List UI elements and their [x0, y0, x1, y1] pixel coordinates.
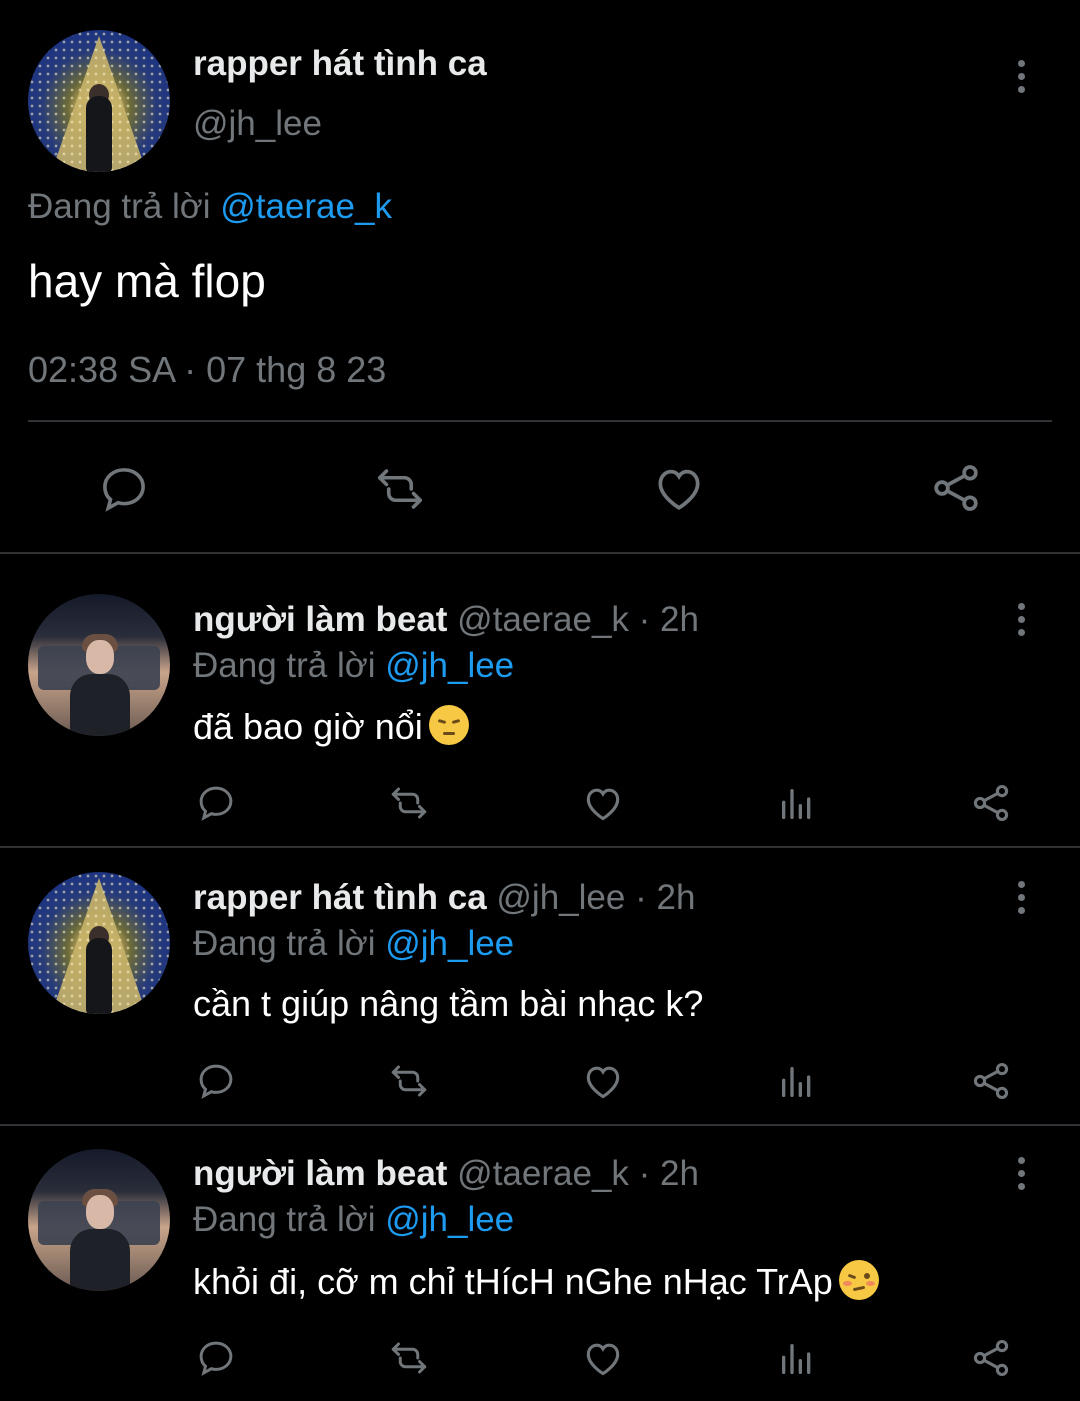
reply-prefix: Đang trả lời — [193, 646, 376, 685]
timestamp[interactable]: 02:38 SA · 07 thg 8 23 — [28, 349, 386, 391]
reply-to-link[interactable]: @jh_lee — [385, 924, 514, 963]
tweet-text: cần t giúp nâng tầm bài nhạc k? — [193, 983, 704, 1024]
views-icon[interactable] — [777, 1339, 817, 1379]
divider — [0, 1124, 1080, 1126]
share-icon[interactable] — [969, 1336, 1013, 1380]
reply-context: Đang trả lời @jh_lee — [193, 646, 514, 686]
more-options-icon[interactable] — [1018, 881, 1026, 915]
tweet-text: đã bao giờ nổi — [193, 706, 423, 747]
views-icon[interactable] — [777, 1062, 817, 1102]
tweet-text: khỏi đi, cỡ m chỉ tHícH nGhe nHạc TrAp — [193, 1261, 833, 1302]
more-options-icon[interactable] — [1018, 1157, 1026, 1191]
display-name[interactable]: người làm beat — [193, 600, 447, 639]
display-name[interactable]: rapper hát tình ca — [193, 878, 487, 917]
tweet-text: hay mà flop — [28, 255, 266, 307]
tweet-header: người làm beat @taerae_k · 2h — [193, 600, 699, 640]
tweet-header: người làm beat @taerae_k · 2h — [193, 1154, 699, 1194]
divider — [28, 420, 1052, 422]
reply-icon[interactable] — [97, 462, 151, 516]
retweet-icon[interactable] — [371, 462, 429, 516]
handle[interactable]: @jh_lee — [496, 878, 625, 917]
like-icon[interactable] — [581, 1336, 625, 1380]
handle[interactable]: @taerae_k — [457, 600, 629, 639]
reply-icon[interactable] — [195, 1337, 237, 1379]
share-icon[interactable] — [969, 1059, 1013, 1103]
divider — [0, 552, 1080, 554]
divider — [0, 846, 1080, 848]
share-icon[interactable] — [928, 460, 984, 516]
woozy-face-icon — [838, 1260, 879, 1300]
avatar[interactable] — [28, 1149, 170, 1291]
reply-prefix: Đang trả lời — [193, 924, 376, 963]
reply-icon[interactable] — [195, 782, 237, 824]
reply-context: Đang trả lời @taerae_k — [28, 187, 392, 227]
tweet-text-line: khỏi đi, cỡ m chỉ tHícH nGhe nHạc TrAp — [193, 1260, 879, 1303]
share-icon[interactable] — [969, 781, 1013, 825]
retweet-icon[interactable] — [386, 782, 432, 824]
reply-icon[interactable] — [195, 1060, 237, 1102]
handle[interactable]: @taerae_k — [457, 1154, 629, 1193]
relative-time[interactable]: · 2h — [639, 600, 699, 639]
retweet-icon[interactable] — [386, 1337, 432, 1379]
tweet-text-line: đã bao giờ nổi — [193, 705, 469, 748]
like-icon[interactable] — [651, 460, 707, 516]
retweet-icon[interactable] — [386, 1060, 432, 1102]
reply-to-link[interactable]: @jh_lee — [385, 646, 514, 685]
reply-prefix: Đang trả lời — [28, 187, 211, 226]
like-icon[interactable] — [581, 781, 625, 825]
handle[interactable]: @jh_lee — [193, 104, 322, 144]
tweet-header: rapper hát tình ca @jh_lee · 2h — [193, 878, 695, 918]
avatar[interactable] — [28, 30, 170, 172]
reply-to-link[interactable]: @jh_lee — [385, 1200, 514, 1239]
pensive-face-icon — [428, 705, 469, 745]
reply-context: Đang trả lời @jh_lee — [193, 924, 514, 964]
relative-time[interactable]: · 2h — [635, 878, 695, 917]
relative-time[interactable]: · 2h — [639, 1154, 699, 1193]
display-name[interactable]: người làm beat — [193, 1154, 447, 1193]
reply-prefix: Đang trả lời — [193, 1200, 376, 1239]
views-icon[interactable] — [777, 784, 817, 824]
like-icon[interactable] — [581, 1059, 625, 1103]
more-options-icon[interactable] — [1018, 60, 1026, 94]
display-name[interactable]: rapper hát tình ca — [193, 44, 487, 84]
avatar[interactable] — [28, 594, 170, 736]
more-options-icon[interactable] — [1018, 603, 1026, 637]
reply-to-link[interactable]: @taerae_k — [220, 187, 392, 226]
reply-context: Đang trả lời @jh_lee — [193, 1200, 514, 1240]
avatar[interactable] — [28, 872, 170, 1014]
